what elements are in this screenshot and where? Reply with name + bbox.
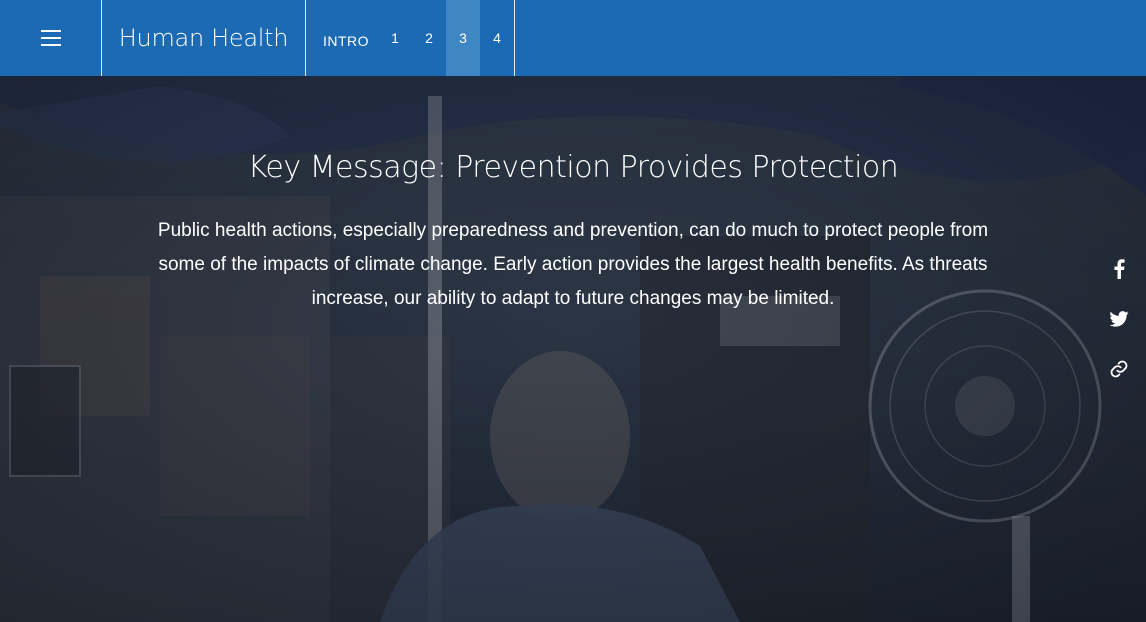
twitter-icon[interactable] bbox=[1104, 294, 1134, 344]
link-icon[interactable] bbox=[1104, 344, 1134, 394]
nav-item-2[interactable]: 2 bbox=[412, 0, 446, 76]
share-rail bbox=[1104, 244, 1134, 394]
nav-item-1[interactable]: 1 bbox=[378, 0, 412, 76]
top-navigation-bar: Human Health INTRO 1 2 3 4 bbox=[0, 0, 1146, 76]
menu-button[interactable] bbox=[0, 0, 102, 76]
section-nav: INTRO 1 2 3 4 bbox=[306, 0, 515, 76]
hero-body-text: Public health actions, especially prepar… bbox=[157, 220, 989, 309]
hero-headline: Key Message: Prevention Provides Protect… bbox=[247, 150, 899, 185]
nav-item-intro[interactable]: INTRO bbox=[314, 0, 378, 76]
site-title[interactable]: Human Health bbox=[102, 0, 306, 76]
nav-item-4[interactable]: 4 bbox=[480, 0, 514, 76]
hamburger-menu-icon bbox=[40, 30, 61, 46]
facebook-icon[interactable] bbox=[1104, 244, 1134, 294]
nav-item-3[interactable]: 3 bbox=[446, 0, 480, 76]
